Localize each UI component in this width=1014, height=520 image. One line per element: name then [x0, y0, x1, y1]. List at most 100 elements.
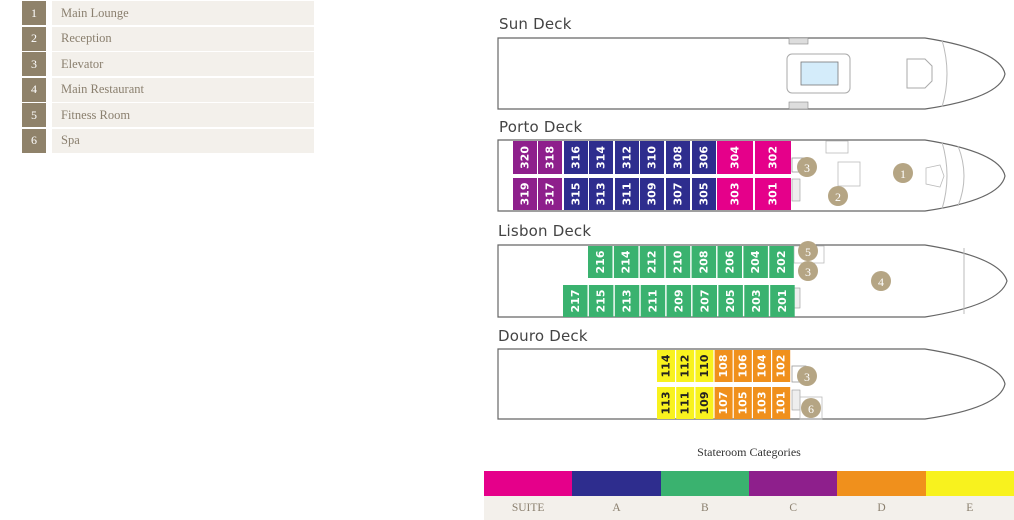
cabin-110[interactable]: 110: [695, 350, 714, 382]
category-label: C: [748, 496, 838, 520]
cabin-number: 106: [736, 354, 749, 377]
cabin-312[interactable]: 312: [615, 141, 639, 174]
cabin-number: 201: [776, 290, 789, 313]
cabin-201[interactable]: 201: [770, 285, 795, 317]
cabin-301[interactable]: 301: [755, 178, 791, 210]
cabin-number: 213: [621, 290, 634, 313]
cabin-105[interactable]: 105: [733, 387, 752, 419]
cabin-213[interactable]: 213: [614, 285, 640, 317]
category-label: E: [925, 496, 1014, 520]
cabin-309[interactable]: 309: [640, 178, 664, 210]
cabin-207[interactable]: 207: [692, 285, 718, 317]
cabin-320[interactable]: 320: [513, 141, 537, 174]
cabin-101[interactable]: 101: [772, 387, 791, 419]
cabin-306[interactable]: 306: [692, 141, 716, 174]
cabin-203[interactable]: 203: [744, 285, 769, 317]
poi-marker-3[interactable]: 3: [797, 157, 817, 177]
cabin-304[interactable]: 304: [717, 141, 753, 174]
poi-number: 1: [900, 167, 906, 181]
cabin-107[interactable]: 107: [714, 387, 733, 419]
cabin-number: 206: [723, 250, 736, 273]
poi-marker-3[interactable]: 3: [798, 261, 818, 281]
cabin-307[interactable]: 307: [666, 178, 690, 210]
cabin-216[interactable]: 216: [588, 246, 613, 278]
cabin-208[interactable]: 208: [691, 246, 717, 278]
cabin-212[interactable]: 212: [639, 246, 665, 278]
category-swatch: [572, 471, 661, 496]
cabin-number: 202: [775, 251, 788, 274]
cabin-number: 303: [729, 183, 742, 206]
cabin-303[interactable]: 303: [717, 178, 753, 210]
poi-number: 4: [878, 275, 884, 289]
cabin-308[interactable]: 308: [666, 141, 690, 174]
poi-marker-4[interactable]: 4: [871, 271, 891, 291]
cabin-number: 207: [698, 290, 711, 313]
cabin-310[interactable]: 310: [640, 141, 664, 174]
cabin-109[interactable]: 109: [695, 387, 714, 419]
deck-plans: 320 318 316 314 312 310 308 306 304 302319 317 315 3…: [497, 37, 1008, 420]
cabin-108[interactable]: 108: [714, 350, 733, 382]
poi-marker-2[interactable]: 2: [828, 186, 848, 206]
cabin-number: 316: [570, 146, 583, 169]
cabin-number: 305: [698, 183, 711, 206]
cabin-319[interactable]: 319: [513, 178, 537, 210]
cabin-114[interactable]: 114: [657, 350, 675, 382]
cabin-205[interactable]: 205: [718, 285, 743, 317]
cabin-number: 108: [717, 355, 730, 378]
cabin-314[interactable]: 314: [589, 141, 613, 174]
cabin-317[interactable]: 317: [538, 178, 562, 210]
poi-number: 5: [805, 245, 811, 259]
category-swatch: [925, 471, 1014, 496]
cabin-316[interactable]: 316: [564, 141, 588, 174]
cabin-302[interactable]: 302: [755, 141, 791, 174]
cabin-315[interactable]: 315: [564, 178, 588, 210]
cabin-number: 114: [660, 354, 673, 377]
cabin-305[interactable]: 305: [692, 178, 716, 210]
cabin-318[interactable]: 318: [538, 141, 562, 174]
cabin-number: 309: [646, 183, 659, 206]
poi-marker-1[interactable]: 1: [893, 163, 913, 183]
porto-deck-plan: 320 318 316 314 312 310 308 306 304 302319 317 315 3…: [497, 139, 1006, 212]
cabin-number: 209: [672, 290, 685, 313]
cabin-number: 318: [544, 146, 557, 169]
cabin-number: 102: [775, 355, 788, 378]
cabin-number: 301: [767, 183, 780, 206]
cabin-111[interactable]: 111: [676, 387, 695, 419]
cabin-311[interactable]: 311: [615, 178, 639, 210]
cabin-211[interactable]: 211: [640, 285, 666, 317]
cabin-number: 313: [595, 183, 608, 206]
cabin-102[interactable]: 102: [772, 350, 791, 382]
cabin-106[interactable]: 106: [733, 350, 752, 382]
cabin-number: 310: [646, 146, 659, 169]
poi-marker-5[interactable]: 5: [798, 241, 818, 261]
cabin-number: 110: [698, 354, 711, 377]
cabin-number: 317: [544, 183, 557, 206]
poi-marker-6[interactable]: 6: [801, 398, 821, 418]
cabin-number: 312: [621, 146, 634, 169]
category-d: D: [837, 471, 926, 520]
category-c: C: [748, 471, 838, 520]
cabin-112[interactable]: 112: [676, 350, 695, 382]
cabin-209[interactable]: 209: [666, 285, 692, 317]
cabin-103[interactable]: 103: [753, 387, 771, 419]
cabin-204[interactable]: 204: [743, 246, 768, 278]
poi-number: 3: [805, 265, 811, 279]
cabin-number: 204: [749, 250, 762, 273]
cabin-313[interactable]: 313: [589, 178, 613, 210]
lisbon-deck-plan: 216 214 212 210 208 206 204 202 217 215 213 211 209 2…: [497, 244, 1008, 318]
cabin-215[interactable]: 215: [588, 285, 614, 317]
category-a: A: [572, 471, 661, 520]
cabin-104[interactable]: 104: [753, 350, 771, 382]
cabin-number: 319: [519, 183, 532, 206]
cabin-113[interactable]: 113: [657, 387, 675, 419]
category-swatch: [837, 471, 926, 496]
cabin-number: 314: [595, 146, 608, 169]
category-suite: SUITE: [484, 471, 573, 520]
cabin-217[interactable]: 217: [563, 285, 588, 317]
cabin-214[interactable]: 214: [613, 246, 639, 278]
cabin-202[interactable]: 202: [769, 246, 794, 278]
poi-marker-3[interactable]: 3: [797, 366, 817, 386]
cabin-number: 307: [672, 183, 685, 206]
cabin-206[interactable]: 206: [717, 246, 743, 278]
cabin-210[interactable]: 210: [665, 246, 691, 278]
